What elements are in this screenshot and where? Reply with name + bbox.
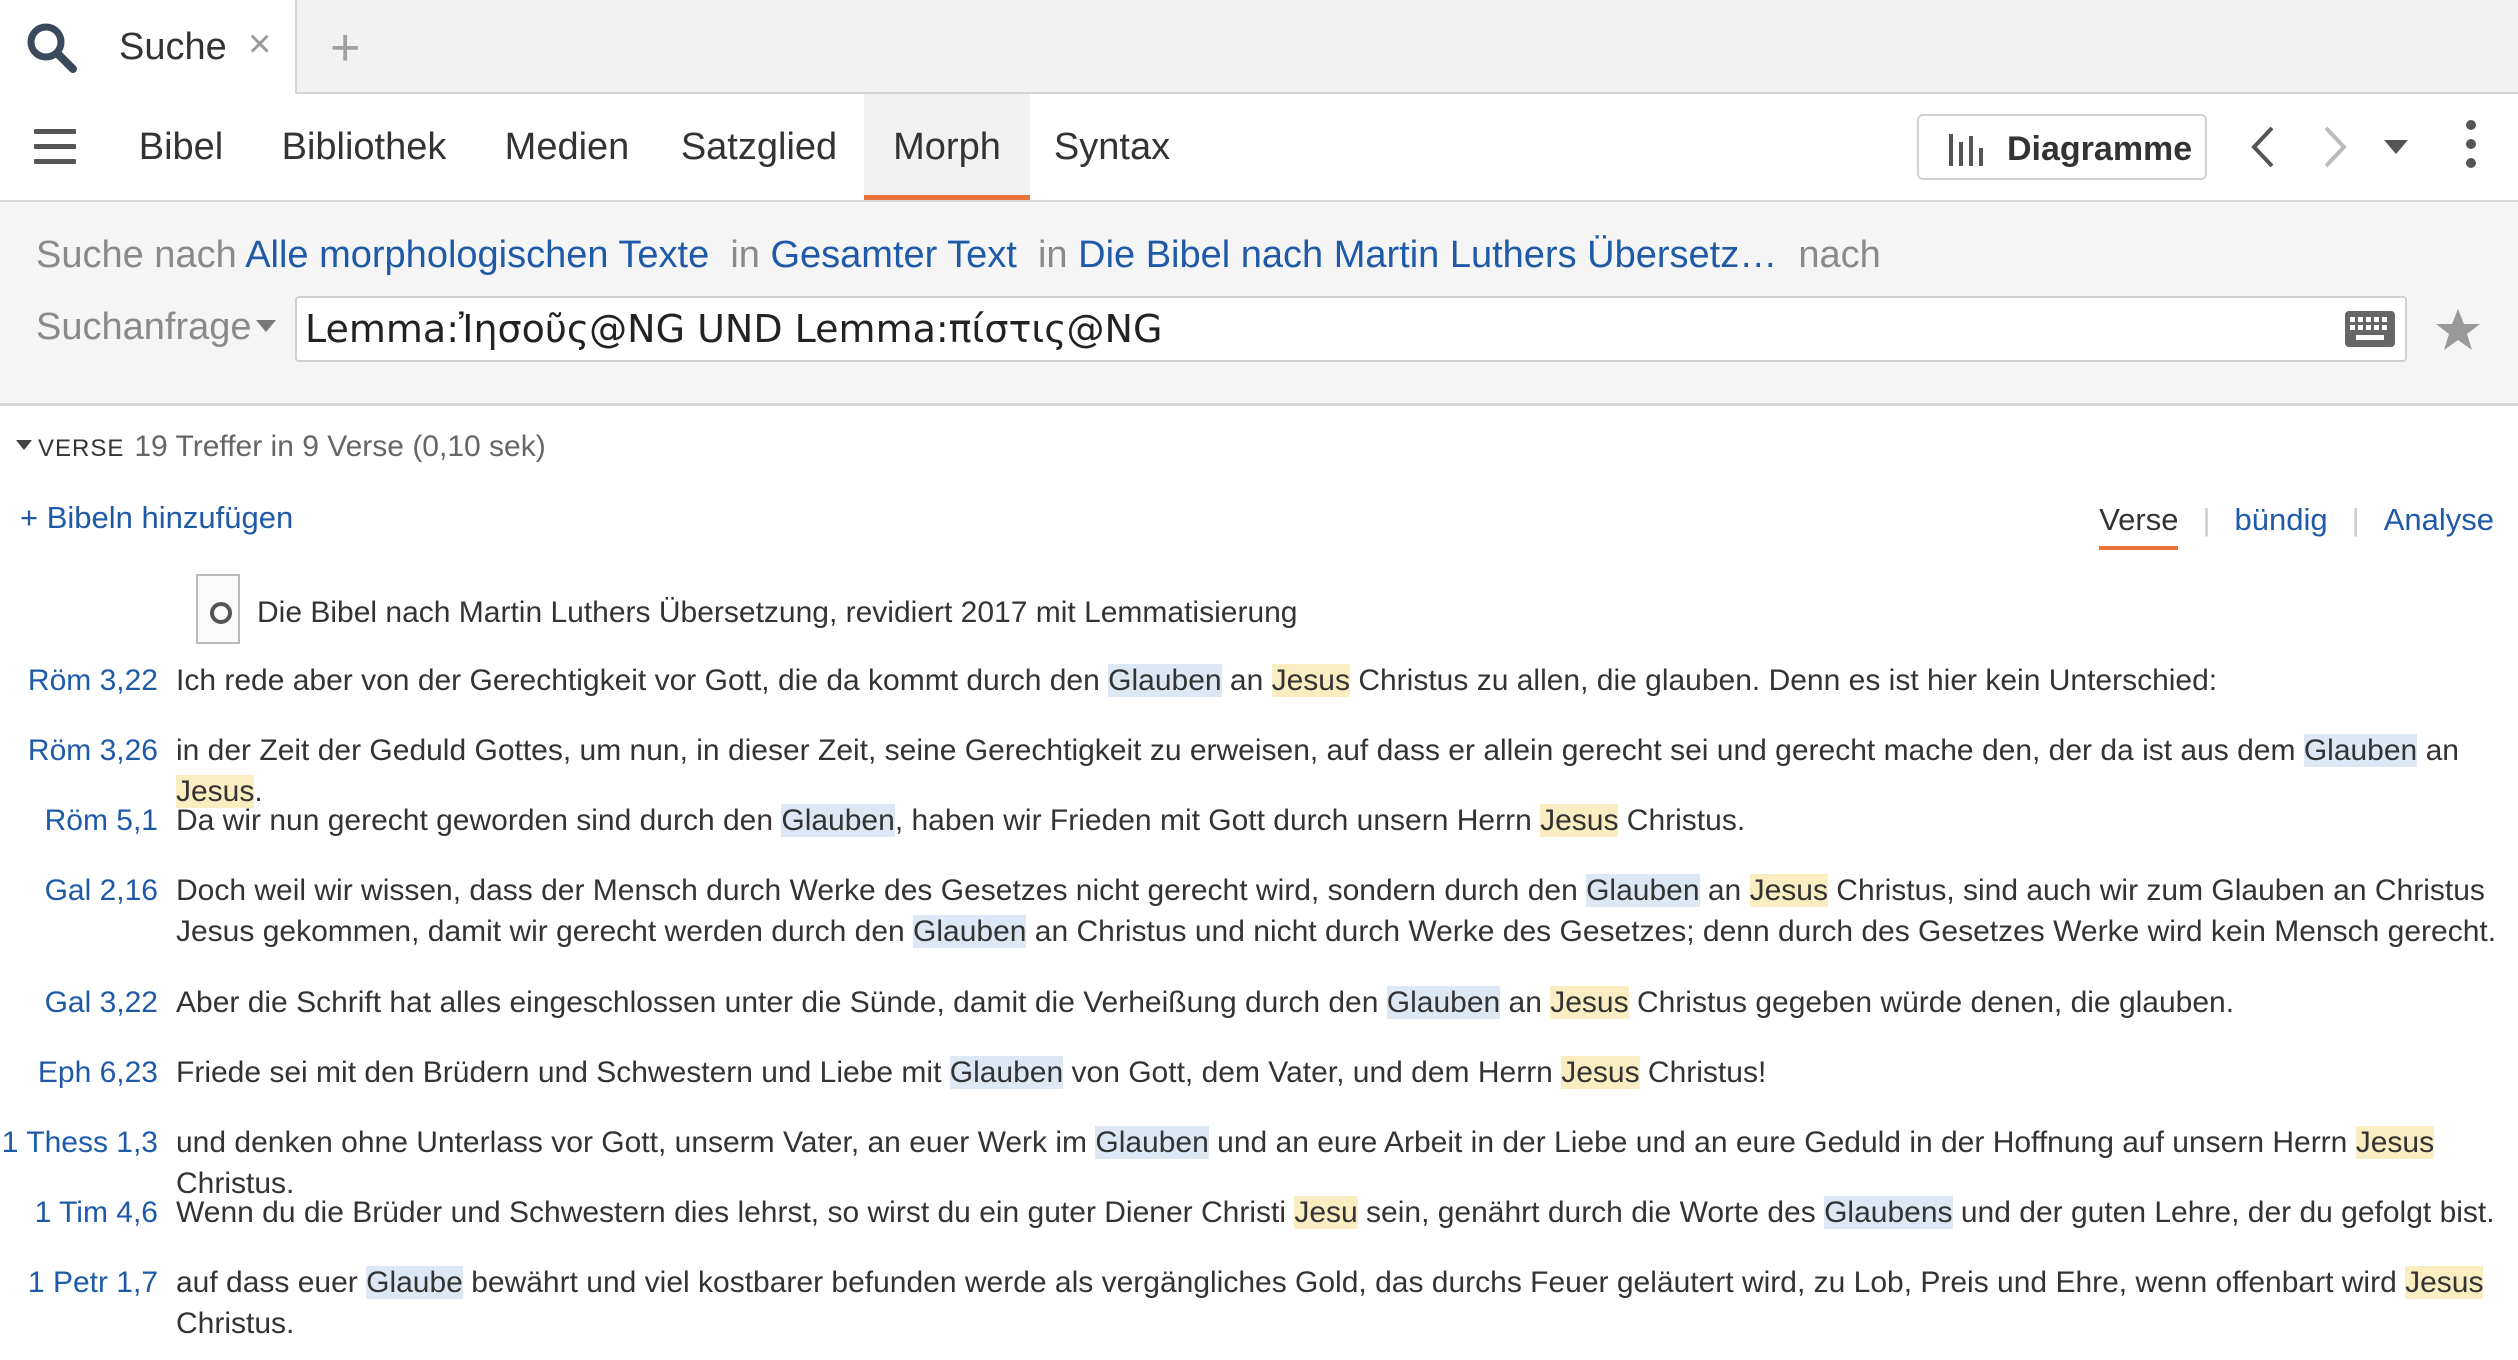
close-icon[interactable]: × [248,24,271,64]
results-header[interactable]: VERSE 19 Treffer in 9 Verse (0,10 sek) [16,430,546,464]
hit-faith[interactable]: Glauben [913,915,1027,948]
caret-down-icon[interactable] [2384,140,2408,154]
add-bibles-link[interactable]: + Bibeln hinzufügen [20,500,293,536]
verse-reference-link[interactable]: 1 Tim 4,6 [0,1192,158,1233]
caret-down-icon[interactable] [256,320,276,332]
hit-jesus[interactable]: Jesu [1294,1196,1358,1229]
verse-reference-link[interactable]: Röm 5,1 [0,800,158,841]
search-icon [27,23,77,73]
verse-reference-link[interactable]: 1 Thess 1,3 [0,1122,158,1163]
hit-faith[interactable]: Glauben [2303,734,2418,767]
verse-text: Da wir nun gerecht geworden sind durch d… [176,804,1746,837]
hit-faith[interactable]: Glaube [366,1266,463,1299]
star-icon[interactable] [2434,306,2482,354]
tab-bibliothek[interactable]: Bibliothek [262,94,466,200]
tab-bibel[interactable]: Bibel [120,94,242,200]
search-resource-link[interactable]: Die Bibel nach Martin Luthers Übersetz… [1078,234,1777,276]
hit-faith[interactable]: Glauben [949,1056,1064,1089]
keyboard-icon[interactable] [2344,310,2396,348]
hit-jesus[interactable]: Jesus [1271,664,1350,697]
verse-text: Aber die Schrift hat alles eingeschlosse… [176,986,2235,1019]
hit-jesus[interactable]: Jesus [1550,986,1629,1019]
tab-syntax[interactable]: Syntax [1044,94,1180,200]
hit-faith[interactable]: Glauben [1386,986,1501,1019]
tab-medien[interactable]: Medien [490,94,644,200]
hit-jesus[interactable]: Jesus [1749,874,1828,907]
toolbar: Bibel Bibliothek Medien Satzglied Morph … [0,94,2518,202]
book-cover-icon [196,574,240,644]
verse-reference-link[interactable]: Gal 3,22 [0,982,158,1023]
chevron-left-icon[interactable] [2248,124,2278,170]
search-panel: Suche nach Alle morphologischen Texte in… [0,202,2518,406]
in-label: in [1037,234,1068,276]
view-analysis[interactable]: Analyse [2384,502,2494,538]
verse-reference-link[interactable]: Gal 2,16 [0,870,158,911]
tab-satzglied[interactable]: Satzglied [668,94,850,200]
verse-text: Doch weil wir wissen, dass der Mensch du… [176,874,2497,948]
hit-jesus[interactable]: Jesus [1561,1056,1640,1089]
verse-reference-link[interactable]: 1 Petr 1,7 [0,1262,158,1303]
more-vertical-icon[interactable] [2466,120,2478,177]
search-prefix: Suche nach [36,234,237,276]
view-mode-tabs: Verse | bündig | Analyse [2099,502,2494,550]
menu-icon[interactable] [34,129,76,165]
search-type-link[interactable]: Alle morphologischen Texte [245,234,709,276]
book-title[interactable]: Die Bibel nach Martin Luthers Übersetzun… [257,596,1298,630]
verse-reference-link[interactable]: Eph 6,23 [0,1052,158,1093]
tab-bar: Suche × + [0,0,2518,94]
tab-title: Suche [119,26,227,68]
caret-down-icon[interactable] [16,440,32,451]
view-verse[interactable]: Verse [2099,502,2179,550]
hit-jesus[interactable]: Jesus [2405,1266,2484,1299]
search-scope-link[interactable]: Gesamter Text [770,234,1016,276]
hit-faith[interactable]: Glauben [1108,664,1222,697]
hit-jesus[interactable]: Jesus [2355,1126,2435,1159]
results-stats: 19 Treffer in 9 Verse (0,10 sek) [134,430,546,463]
plus-icon[interactable]: + [330,22,360,74]
search-query-input[interactable] [295,296,2407,362]
verse-text: Friede sei mit den Brüdern und Schwester… [176,1056,1767,1089]
in-label: in [730,234,760,276]
hit-jesus[interactable]: Jesus [1540,804,1619,837]
query-type-dropdown[interactable]: Suchanfrage [36,306,252,349]
hit-faith[interactable]: Glaubens [1824,1196,1953,1229]
view-concise[interactable]: bündig [2235,502,2328,538]
verse-reference-link[interactable]: Röm 3,26 [0,730,158,771]
section-label: VERSE [38,435,125,462]
verse-text: Ich rede aber von der Gerechtigkeit vor … [176,664,2218,697]
bar-chart-icon [1949,134,1983,166]
hit-faith[interactable]: Glauben [1095,1126,1209,1159]
verse-text: auf dass euer Glaube bewährt und viel ko… [176,1266,2484,1340]
chevron-right-icon[interactable] [2320,124,2350,170]
verse-reference-link[interactable]: Röm 3,22 [0,660,158,701]
search-scope-line: Suche nach Alle morphologischen Texte in… [36,234,1881,277]
tab-morph[interactable]: Morph [864,94,1030,200]
diagrams-label: Diagramme [2007,130,2193,168]
hit-faith[interactable]: Glauben [1586,874,1700,907]
hit-faith[interactable]: Glauben [781,804,895,837]
diagrams-button[interactable]: Diagramme [1917,114,2207,180]
search-suffix: nach [1798,234,1881,276]
tab-search[interactable]: Suche × [0,0,297,94]
verse-text: Wenn du die Brüder und Schwestern dies l… [176,1196,2495,1229]
